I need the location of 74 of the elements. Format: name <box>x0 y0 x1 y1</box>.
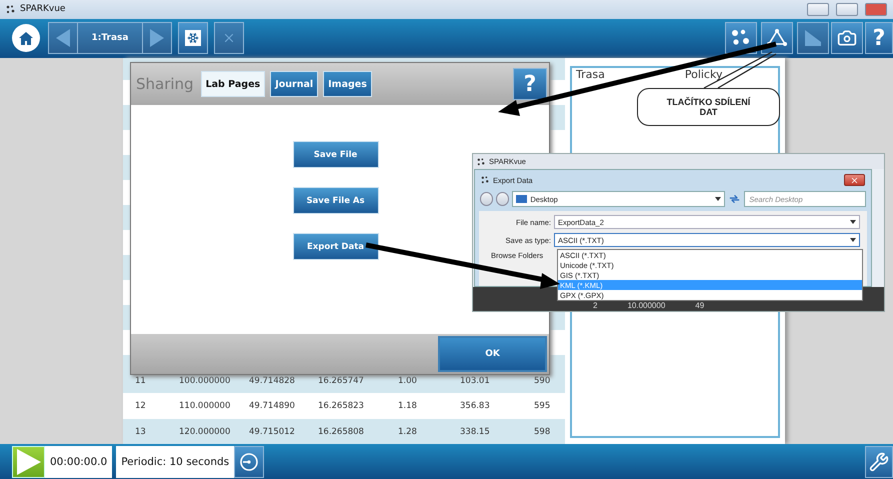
tab[interactable]: Lab Pages <box>200 71 266 97</box>
table-cell-text: 16.265823 <box>318 401 365 412</box>
table-cell-text: 49.714828 <box>249 376 296 386</box>
action-button[interactable]: Save File As <box>292 187 378 214</box>
sampling-mode: Periodic: 10 seconds <box>116 446 234 478</box>
help-button[interactable]: ? <box>513 68 547 100</box>
help-button[interactable]: ? <box>865 22 893 54</box>
close-button[interactable] <box>865 2 887 16</box>
note-title: Trasa <box>576 68 605 81</box>
timer-icon <box>239 452 260 472</box>
forward-arrow-icon <box>150 29 164 48</box>
table-cell-text: 49.714890 <box>249 401 296 412</box>
table-cell-text: 100.000000 <box>179 376 232 386</box>
tab[interactable]: Images <box>323 71 372 97</box>
caret-icon <box>850 238 856 242</box>
tools-button[interactable] <box>865 446 893 478</box>
start-button[interactable] <box>12 446 45 478</box>
app-logo-icon <box>481 176 489 184</box>
play-icon <box>16 448 40 475</box>
table-cell-text: 16.265747 <box>318 376 365 386</box>
action-button[interactable]: Save File <box>292 141 378 168</box>
table-cell: 2 <box>593 301 598 311</box>
new-page-button[interactable] <box>178 22 208 54</box>
tab[interactable]: Journal <box>270 71 318 97</box>
table-cell-text: 49.715012 <box>249 426 296 437</box>
action-button[interactable]: Export Data <box>292 233 378 260</box>
table-cell-text: 338.15 <box>460 426 491 437</box>
back-arrow-icon <box>56 29 70 48</box>
sampling-button[interactable] <box>234 446 264 478</box>
camera-icon <box>837 28 857 48</box>
maximize-button[interactable] <box>836 2 858 16</box>
close-button[interactable] <box>844 174 865 186</box>
table-cell-text: 1.28 <box>398 426 418 437</box>
table-cell-text: 12 <box>135 401 147 412</box>
home-button[interactable] <box>12 24 40 52</box>
share-icon <box>767 29 787 48</box>
page-name: 1:Trasa <box>92 33 128 44</box>
table-cell: 10.000000 <box>627 301 666 311</box>
delete-page-button[interactable] <box>214 22 244 54</box>
note-title: Policky <box>684 68 722 81</box>
callout-label: TLAČÍTKO SDÍLENÍ DAT <box>637 88 780 126</box>
table-cell-text: 13 <box>135 426 147 437</box>
dialog-title: Sharing <box>136 75 194 93</box>
app-logo-icon <box>6 4 15 14</box>
table-cell-text: 110.000000 <box>179 401 232 412</box>
table-cell-text: 356.83 <box>460 401 491 412</box>
forward-button[interactable] <box>496 192 510 206</box>
share-button[interactable] <box>761 22 793 54</box>
table-cell: 49 <box>695 301 704 311</box>
table-cell-text: 103.01 <box>460 376 491 386</box>
dots-icon <box>731 29 751 48</box>
snowflake-icon <box>185 30 201 46</box>
table-cell-text: 595 <box>534 401 552 412</box>
table-cell-text: 16.265808 <box>318 426 365 437</box>
snapshot-button[interactable] <box>831 22 863 54</box>
next-page-button[interactable] <box>142 22 172 54</box>
table-cell-text: 598 <box>534 426 552 437</box>
previous-page-button[interactable] <box>48 22 78 54</box>
ok-button[interactable]: OK <box>438 336 547 372</box>
table-cell-text: 120.000000 <box>179 426 232 437</box>
app-logo-icon <box>477 158 485 166</box>
table-cell-text: 1.00 <box>398 376 418 386</box>
table-cell-text: 1.18 <box>398 401 418 412</box>
window-title: SPARKvue <box>20 4 66 14</box>
close-icon <box>850 176 859 184</box>
minimize-button[interactable] <box>807 2 829 16</box>
home-icon <box>19 32 33 45</box>
back-button[interactable] <box>480 192 494 206</box>
table-cell-text: 590 <box>534 376 552 386</box>
elapsed-time: 00:00:00.0 <box>45 446 112 478</box>
caret-icon <box>850 220 856 224</box>
table-cell-text: 11 <box>135 376 147 386</box>
wrench-icon <box>869 452 889 472</box>
caret-icon <box>715 197 722 201</box>
